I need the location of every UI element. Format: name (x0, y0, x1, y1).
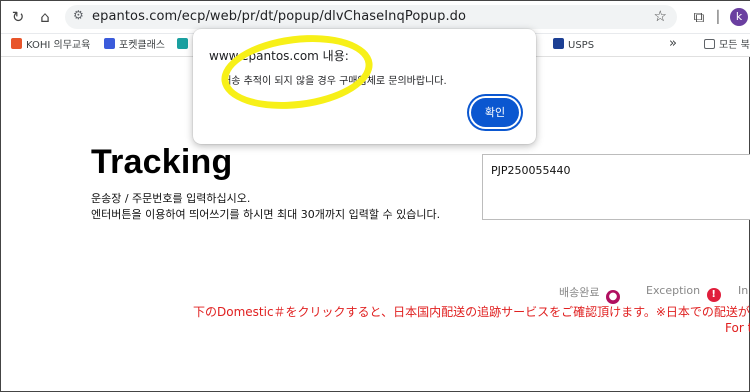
bookmark-favicon (11, 38, 22, 49)
profile-avatar[interactable]: k (730, 8, 748, 26)
bookmark-label: USPS (568, 40, 595, 51)
description-line-2: 엔터버튼을 이용하여 띄어쓰기를 하시면 최대 30개까지 입력할 수 있습니다… (91, 208, 441, 221)
ok-button[interactable]: 확인 (471, 98, 519, 127)
legend-in-label: In (738, 284, 749, 297)
person-icon: ● (605, 290, 620, 304)
domestic-notice: 下のDomestic＃をクリックすると、日本国内配送の追跡サービスをご確認頂けま… (193, 305, 750, 319)
legend-delivered: 배송완료 ● (559, 284, 620, 304)
bookmark-label: 포켓클래스 (119, 40, 165, 51)
extensions-icon[interactable]: ⧉ (690, 8, 708, 26)
bookmark-favicon (104, 38, 115, 49)
bookmark-all[interactable]: 모든 북 (704, 38, 750, 54)
bookmark-partial[interactable] (177, 38, 192, 54)
legend-in: In (738, 284, 748, 297)
reload-icon[interactable]: ↻ (9, 8, 27, 26)
home-icon[interactable]: ⌂ (36, 8, 54, 26)
url-text: epantos.com/ecp/web/pr/dt/popup/dlvChase… (92, 9, 467, 24)
bookmark-usps[interactable]: USPS (553, 38, 594, 54)
alert-dialog: www.epantos.com 내용: 배송 추적이 되지 않을 경우 구매업체… (193, 29, 536, 144)
more-bookmarks-icon[interactable]: » (669, 36, 677, 52)
dialog-message: 배송 추적이 되지 않을 경우 구매업체로 문의바랍니다. (222, 76, 447, 87)
legend-exception: Exception ! (646, 284, 721, 302)
address-bar[interactable]: ⚙ epantos.com/ecp/web/pr/dt/popup/dlvCha… (65, 5, 677, 29)
folder-icon (704, 39, 715, 49)
legend-exception-label: Exception (646, 284, 701, 297)
bookmark-label: KOHI 의무교육 (26, 40, 91, 51)
bookmark-star-icon[interactable]: ☆ (654, 7, 667, 25)
bookmark-label: 모든 북 (719, 40, 750, 51)
description-line-1: 운송장 / 주문번호를 입력하십시오. (91, 192, 251, 205)
legend-delivered-label: 배송완료 (559, 286, 600, 299)
alert-icon: ! (706, 288, 721, 302)
dialog-host: www.epantos.com 내용: (209, 49, 349, 63)
site-info-icon[interactable]: ⚙ (73, 8, 84, 22)
usps-icon (553, 38, 564, 49)
bookmark-favicon (177, 38, 188, 49)
tracking-input[interactable]: PJP250055440 (482, 154, 750, 220)
page-title: Tracking (91, 143, 233, 181)
bookmark-pocketclass[interactable]: 포켓클래스 (104, 38, 165, 54)
bookmark-kohi[interactable]: KOHI 의무교육 (11, 38, 90, 54)
domestic-notice-en: For t (725, 321, 750, 335)
tab-divider-icon: │ (714, 10, 722, 24)
tracking-input-value: PJP250055440 (491, 164, 571, 177)
